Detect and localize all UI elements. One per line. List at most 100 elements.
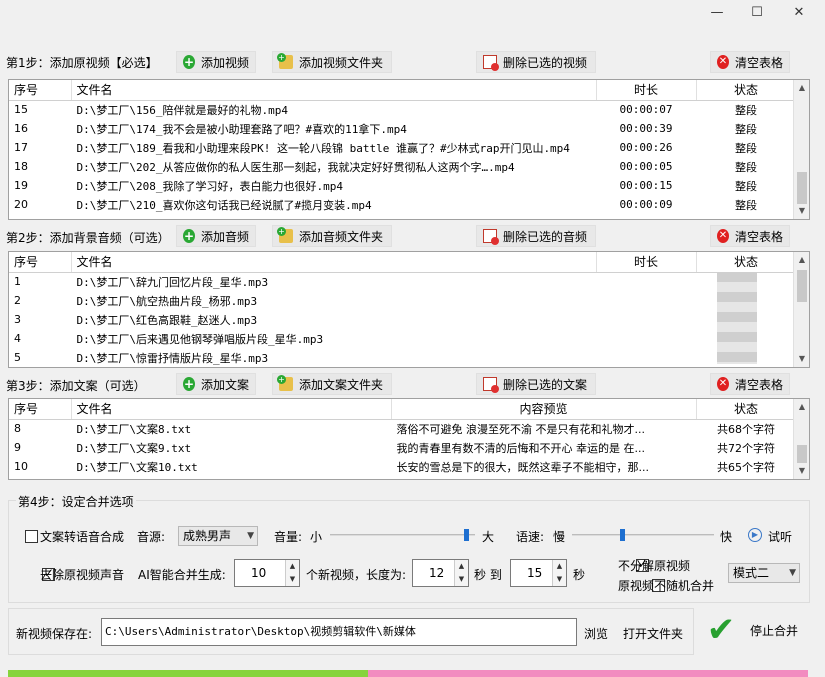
table-row[interactable]: 19 D:\梦工厂\208_我除了学习好，表白能力也很好.mp4 00:00:15 整…: [9, 176, 796, 195]
table-row[interactable]: 4 D:\梦工厂\后来遇见他钢琴弹唱版片段_星华.mp3: [9, 329, 796, 348]
column-header[interactable]: 序号: [9, 399, 72, 420]
duration: 00:00:39: [619, 122, 673, 135]
scroll-up-icon[interactable]: ▲: [794, 399, 809, 415]
add-text-folder-button[interactable]: 添加文案文件夹: [272, 373, 392, 395]
clear-video-table-button[interactable]: ✕ 清空表格: [710, 51, 790, 73]
close-button[interactable]: ✕: [784, 4, 814, 22]
duration: 00:00:26: [619, 141, 673, 154]
status: 整段: [735, 198, 757, 212]
volume-label: 音量:: [274, 530, 303, 544]
delete-selected-video-button[interactable]: 删除已选的视频: [476, 51, 596, 73]
status: 整段: [735, 103, 757, 117]
column-header[interactable]: 状态: [696, 399, 797, 420]
column-header[interactable]: 时长: [596, 80, 697, 101]
column-header[interactable]: 序号: [9, 252, 72, 273]
mode-select[interactable]: 模式二 ▼: [728, 563, 800, 583]
column-header[interactable]: 内容预览: [391, 399, 697, 420]
spin-buttons[interactable]: ▲ ▼: [552, 560, 566, 586]
add-audio-button[interactable]: + 添加音频: [176, 225, 256, 247]
table-row[interactable]: 9 D:\梦工厂\文案9.txt 我的青春里有数不清的后悔和不开心 幸运的是 在..…: [9, 438, 796, 457]
column-header[interactable]: 状态: [696, 80, 797, 101]
delete-selected-audio-button[interactable]: 删除已选的音频: [476, 225, 596, 247]
clear-audio-table-button[interactable]: ✕ 清空表格: [710, 225, 790, 247]
clear-text-table-button[interactable]: ✕ 清空表格: [710, 373, 790, 395]
audio-table[interactable]: 序号 文件名 时长 状态 1 D:\梦工厂\辞九门回忆片段_星华.mp3 2 D:\…: [8, 251, 810, 368]
row-number: 19: [14, 179, 28, 192]
add-icon: +: [183, 55, 195, 69]
spin-buttons[interactable]: ▲ ▼: [454, 560, 468, 586]
file-name: D:\梦工厂\208_我除了学习好，表白能力也很好.mp4: [76, 179, 343, 193]
column-header[interactable]: 文件名: [71, 252, 597, 273]
checkmark-icon[interactable]: ✔: [703, 612, 739, 648]
file-name: D:\梦工厂\航空热曲片段_杨邪.mp3: [76, 294, 258, 308]
minimize-button[interactable]: —: [702, 4, 732, 22]
add-text-button[interactable]: + 添加文案: [176, 373, 256, 395]
add-video-button[interactable]: + 添加视频: [176, 51, 256, 73]
tts-checkbox[interactable]: [25, 530, 38, 543]
table-row[interactable]: 8 D:\梦工厂\文案8.txt 落俗不可避免 浪漫至死不渝 不是只有花和礼物才..…: [9, 419, 796, 438]
no-random-label: 原视频不随机合并: [618, 579, 715, 593]
save-path-input[interactable]: C:\Users\Administrator\Desktop\视频剪辑软件\新媒…: [101, 618, 577, 646]
delete-selected-text-button[interactable]: 删除已选的文案: [476, 373, 596, 395]
row-number: 1: [14, 275, 21, 289]
speed-slider[interactable]: [572, 529, 714, 541]
volume-slider[interactable]: [330, 529, 475, 541]
maximize-button[interactable]: ☐: [742, 4, 772, 22]
min-length-input[interactable]: 12 ▲ ▼: [412, 559, 469, 587]
no-split-label: 不分解原视频: [618, 559, 691, 573]
file-name: D:\梦工厂\文案9.txt: [76, 441, 192, 455]
scroll-down-icon[interactable]: ▼: [794, 203, 809, 219]
max-length-input[interactable]: 15 ▲ ▼: [510, 559, 567, 587]
scroll-up-icon[interactable]: ▲: [794, 80, 809, 96]
add-audio-folder-button[interactable]: 添加音频文件夹: [272, 225, 392, 247]
status: 整段: [735, 160, 757, 174]
audio-table-scrollbar[interactable]: ▲ ▼: [793, 252, 809, 367]
table-row[interactable]: 16 D:\梦工厂\174_我不会是被小助理套路了吧？#喜欢的11拿下.mp4 00…: [9, 119, 796, 138]
table-row[interactable]: 2 D:\梦工厂\航空热曲片段_杨邪.mp3: [9, 291, 796, 310]
table-row[interactable]: 15 D:\梦工厂\156_陪伴就是最好的礼物.mp4 00:00:07 整段: [9, 100, 796, 119]
status: 共65个字符: [717, 460, 775, 474]
file-name: D:\梦工厂\174_我不会是被小助理套路了吧？#喜欢的11拿下.mp4: [76, 122, 407, 136]
video-count-input[interactable]: 10 ▲ ▼: [234, 559, 300, 587]
scroll-up-icon[interactable]: ▲: [794, 252, 809, 268]
table-row[interactable]: 10 D:\梦工厂\文案10.txt 长安的雪总是下的很大，既然这辈子不能相守，那.…: [9, 457, 796, 476]
file-name: D:\梦工厂\202_从答应做你的私人医生那一刻起，我就决定好好贯彻私人这两个字…: [76, 160, 515, 174]
voice-select[interactable]: 成熟男声 ▼: [178, 526, 258, 546]
column-header[interactable]: 文件名: [71, 80, 597, 101]
duration: 00:00:05: [619, 160, 673, 173]
preview-button[interactable]: 试听: [768, 528, 792, 545]
stop-merge-button[interactable]: 停止合并: [750, 622, 798, 639]
scroll-thumb[interactable]: [797, 172, 807, 204]
status: 整段: [735, 179, 757, 193]
table-row[interactable]: 1 D:\梦工厂\辞九门回忆片段_星华.mp3: [9, 272, 796, 291]
open-folder-button[interactable]: 打开文件夹: [623, 625, 683, 642]
table-row[interactable]: 3 D:\梦工厂\红色高跟鞋_赵迷人.mp3: [9, 310, 796, 329]
table-row[interactable]: 5 D:\梦工厂\惊雷抒情版片段_星华.mp3: [9, 348, 796, 367]
table-row[interactable]: 20 D:\梦工厂\210_喜欢你这句话我已经说腻了#揽月变装.mp4 00:00:…: [9, 195, 796, 214]
scroll-thumb[interactable]: [797, 270, 807, 302]
scroll-thumb[interactable]: [797, 445, 807, 463]
content-preview: 落俗不可避免 浪漫至死不渝 不是只有花和礼物才...: [396, 422, 645, 436]
column-header[interactable]: 状态: [696, 252, 797, 273]
file-name: D:\梦工厂\189_看我和小助理来段PK! 这一轮八段锦 battle 谁赢了…: [76, 141, 570, 155]
text-table[interactable]: 序号 文件名 内容预览 状态 8 D:\梦工厂\文案8.txt 落俗不可避免 浪漫至…: [8, 398, 810, 480]
video-table-scrollbar[interactable]: ▲ ▼: [793, 80, 809, 219]
scroll-down-icon[interactable]: ▼: [794, 463, 809, 479]
text-table-scrollbar[interactable]: ▲ ▼: [793, 399, 809, 479]
column-header[interactable]: 时长: [596, 252, 697, 273]
column-header[interactable]: 序号: [9, 80, 72, 101]
column-header[interactable]: 文件名: [71, 399, 392, 420]
row-number: 10: [14, 460, 28, 473]
spin-buttons[interactable]: ▲ ▼: [285, 560, 299, 586]
table-row[interactable]: 17 D:\梦工厂\189_看我和小助理来段PK! 这一轮八段锦 battle 谁…: [9, 138, 796, 157]
volume-slider-thumb[interactable]: [464, 529, 469, 541]
browse-button[interactable]: 浏览: [584, 625, 608, 642]
table-row[interactable]: 18 D:\梦工厂\202_从答应做你的私人医生那一刻起，我就决定好好贯彻私人这两…: [9, 157, 796, 176]
add-video-folder-button[interactable]: 添加视频文件夹: [272, 51, 392, 73]
to-label: 秒 到: [474, 568, 502, 582]
speed-slider-thumb[interactable]: [620, 529, 625, 541]
video-table[interactable]: 序号 文件名 时长 状态 15 D:\梦工厂\156_陪伴就是最好的礼物.mp4 0…: [8, 79, 810, 220]
content-preview: 我的青春里有数不清的后悔和不开心 幸运的是 在...: [396, 441, 645, 455]
play-icon[interactable]: ▶: [748, 528, 762, 542]
scroll-down-icon[interactable]: ▼: [794, 351, 809, 367]
